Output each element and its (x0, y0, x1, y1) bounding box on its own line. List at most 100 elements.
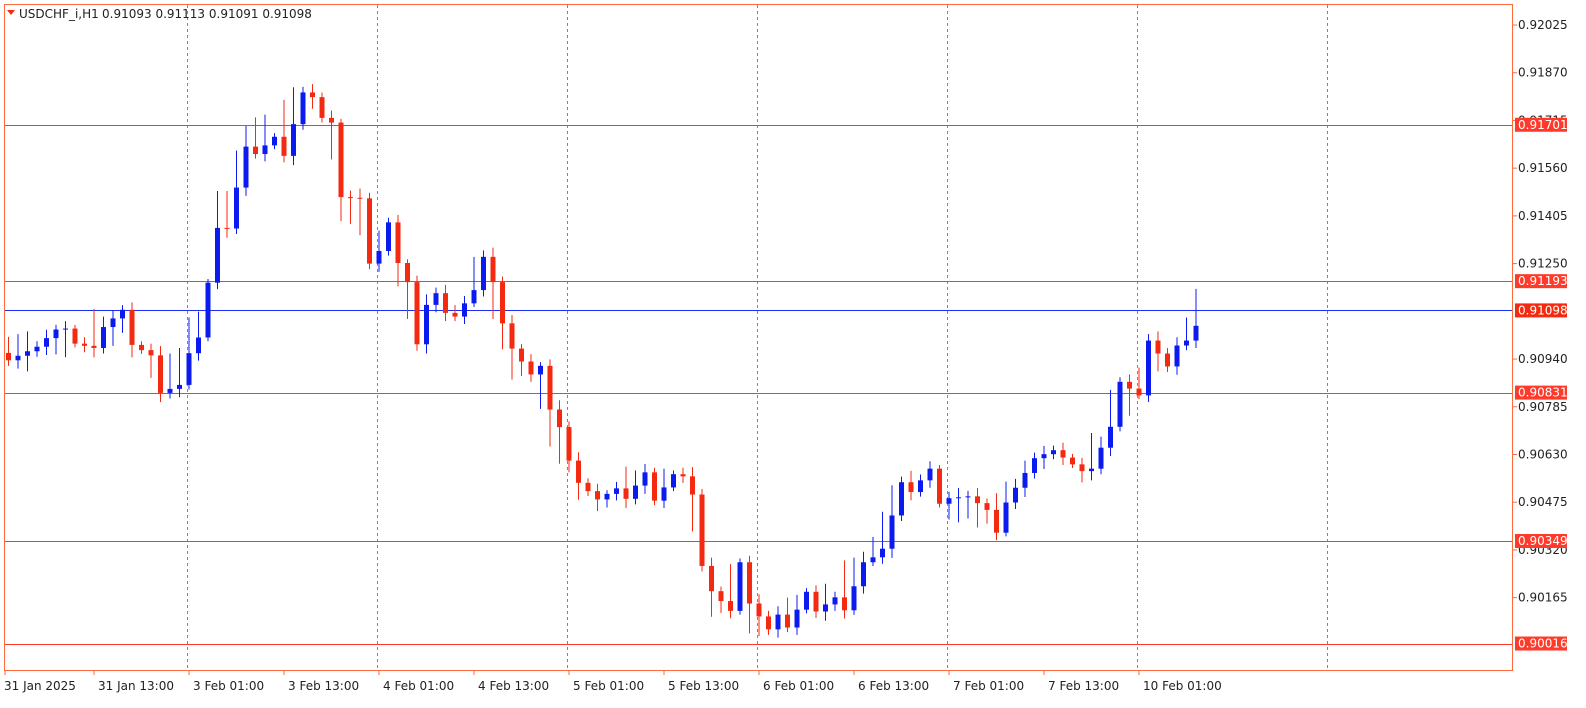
candle[interactable] (813, 585, 819, 618)
candle[interactable] (281, 99, 287, 163)
candle[interactable] (861, 551, 866, 594)
candle[interactable] (291, 87, 296, 166)
candle[interactable] (34, 341, 40, 357)
candle[interactable] (72, 324, 78, 348)
candle[interactable] (357, 188, 363, 236)
candle[interactable] (215, 190, 220, 290)
candle[interactable] (566, 421, 572, 473)
candle[interactable] (329, 110, 334, 160)
candle[interactable] (785, 597, 790, 633)
candle[interactable] (1117, 377, 1123, 432)
candle[interactable] (1032, 452, 1037, 479)
candle[interactable] (462, 295, 467, 324)
candle[interactable] (82, 337, 87, 353)
candle[interactable] (1070, 453, 1075, 469)
candle[interactable] (25, 331, 30, 372)
candle[interactable] (1127, 374, 1132, 416)
candle[interactable] (956, 488, 961, 523)
candle[interactable] (604, 490, 610, 508)
candle[interactable] (91, 308, 97, 358)
candle[interactable] (1022, 460, 1028, 497)
candle[interactable] (367, 192, 372, 270)
candle[interactable] (53, 324, 59, 355)
candle[interactable] (823, 583, 828, 621)
candle[interactable] (272, 133, 277, 150)
candle[interactable] (139, 341, 144, 354)
candle[interactable] (1089, 432, 1094, 481)
candle[interactable] (452, 305, 458, 322)
candle[interactable] (557, 400, 562, 464)
candle[interactable] (386, 217, 391, 256)
candle[interactable] (984, 498, 990, 524)
candle[interactable] (490, 247, 496, 320)
candle[interactable] (937, 464, 942, 508)
candles[interactable] (6, 84, 1199, 638)
candle[interactable] (680, 467, 686, 483)
candle[interactable] (319, 92, 325, 123)
candle[interactable] (101, 316, 106, 354)
candle[interactable] (975, 488, 980, 528)
candle[interactable] (1003, 481, 1009, 537)
candle[interactable] (528, 354, 534, 382)
candle[interactable] (129, 302, 135, 358)
candle[interactable] (623, 466, 629, 509)
candle[interactable] (889, 485, 895, 558)
candle[interactable] (424, 294, 429, 354)
candle[interactable] (1146, 334, 1151, 402)
candle[interactable] (6, 336, 11, 366)
candle[interactable] (1174, 337, 1180, 375)
candle[interactable] (1165, 347, 1170, 372)
candle[interactable] (1155, 331, 1161, 372)
candle[interactable] (1013, 478, 1018, 509)
candle[interactable] (15, 334, 21, 369)
candle[interactable] (927, 461, 933, 488)
candle[interactable] (766, 610, 771, 635)
candle[interactable] (481, 250, 486, 297)
candle[interactable] (690, 467, 695, 532)
candle[interactable] (1041, 445, 1047, 469)
candle[interactable] (614, 481, 619, 501)
candle[interactable] (965, 490, 971, 519)
candle[interactable] (500, 276, 505, 350)
candle[interactable] (177, 347, 182, 398)
candle[interactable] (585, 478, 591, 497)
candle[interactable] (1108, 389, 1113, 457)
candle[interactable] (671, 470, 676, 492)
candle[interactable] (310, 84, 315, 109)
candle[interactable] (1060, 442, 1066, 465)
candle[interactable] (395, 214, 401, 287)
candle[interactable] (348, 190, 353, 224)
candle[interactable] (243, 125, 249, 196)
candle[interactable] (519, 343, 524, 376)
candle[interactable] (234, 150, 239, 235)
candle[interactable] (148, 343, 154, 378)
candle[interactable] (63, 321, 68, 358)
candle[interactable] (120, 305, 125, 333)
candle[interactable] (196, 311, 201, 361)
candle[interactable] (804, 588, 809, 614)
candle[interactable] (718, 586, 724, 614)
candle[interactable] (918, 474, 923, 497)
candle[interactable] (205, 279, 211, 342)
candle[interactable] (661, 468, 667, 509)
candle[interactable] (433, 287, 439, 313)
candle[interactable] (338, 118, 344, 222)
candle[interactable] (186, 317, 192, 390)
candle[interactable] (1079, 457, 1085, 483)
candle[interactable] (747, 555, 752, 634)
candle[interactable] (253, 117, 258, 159)
candle[interactable] (44, 329, 49, 356)
candle[interactable] (1098, 436, 1104, 475)
candle[interactable] (1184, 317, 1189, 351)
candle[interactable] (775, 606, 781, 638)
candle[interactable] (737, 558, 743, 615)
candle[interactable] (443, 284, 448, 322)
candle[interactable] (633, 470, 638, 505)
candle[interactable] (595, 483, 600, 512)
candle[interactable] (699, 488, 705, 572)
candle[interactable] (642, 464, 648, 494)
candle[interactable] (1193, 288, 1199, 348)
header-dropdown-icon[interactable] (7, 10, 15, 15)
candle[interactable] (908, 470, 914, 501)
candle[interactable] (167, 353, 173, 399)
